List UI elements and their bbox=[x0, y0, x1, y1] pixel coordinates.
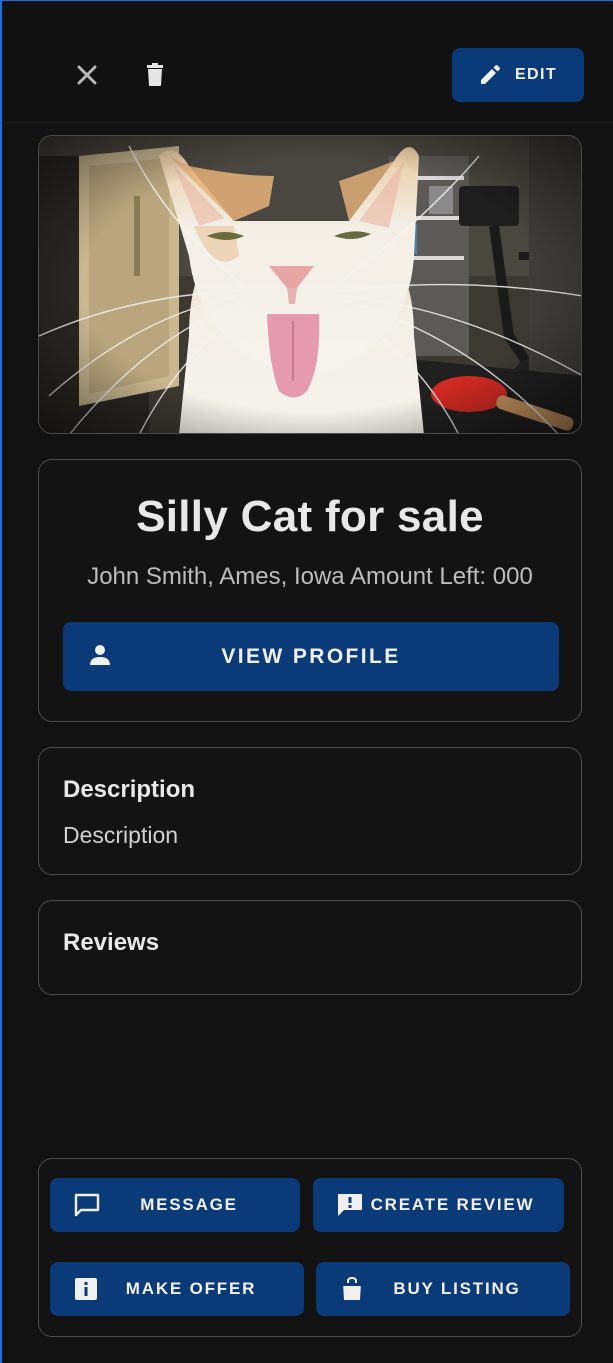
cat-photo-image bbox=[39, 136, 581, 433]
top-toolbar: EDIT bbox=[4, 1, 613, 123]
create-review-button[interactable]: CREATE REVIEW bbox=[313, 1178, 564, 1232]
listing-seller-info: John Smith, Ames, Iowa Amount Left: 000 bbox=[87, 563, 533, 590]
chat-bubble-outline-icon bbox=[74, 1193, 100, 1217]
edit-button[interactable]: EDIT bbox=[452, 48, 584, 102]
buy-listing-button[interactable]: BUY LISTING bbox=[316, 1262, 570, 1316]
buy-listing-label: BUY LISTING bbox=[393, 1279, 521, 1298]
reviews-card: Reviews bbox=[38, 900, 582, 995]
listing-title: Silly Cat for sale bbox=[136, 492, 484, 541]
make-offer-button[interactable]: MAKE OFFER bbox=[50, 1262, 304, 1316]
trash-icon bbox=[147, 63, 163, 86]
make-offer-label: MAKE OFFER bbox=[125, 1279, 257, 1298]
description-text: Description bbox=[63, 822, 179, 848]
view-profile-label: VIEW PROFILE bbox=[221, 644, 401, 668]
actions-card: MESSAGE CREATE REVIEW MAKE OFFER BUY LIS… bbox=[38, 1158, 582, 1337]
message-button[interactable]: MESSAGE bbox=[50, 1178, 300, 1232]
listing-detail-screen: EDIT Silly Cat for sale John Smith, Ames… bbox=[0, 0, 613, 1363]
person-icon bbox=[90, 645, 110, 665]
create-review-label: CREATE REVIEW bbox=[370, 1195, 535, 1214]
listing-photo bbox=[38, 135, 582, 434]
review-bubble-icon bbox=[338, 1194, 362, 1216]
shopping-bag-icon bbox=[343, 1277, 361, 1300]
reviews-heading: Reviews bbox=[63, 929, 160, 956]
listing-info-card: Silly Cat for sale John Smith, Ames, Iow… bbox=[38, 459, 582, 722]
view-profile-button[interactable]: VIEW PROFILE bbox=[63, 622, 559, 691]
description-heading: Description bbox=[63, 776, 196, 803]
close-icon bbox=[77, 65, 97, 85]
pencil-icon bbox=[480, 65, 500, 84]
description-card: Description Description bbox=[38, 747, 582, 875]
info-box-icon bbox=[75, 1278, 97, 1300]
message-label: MESSAGE bbox=[140, 1195, 238, 1214]
edit-label: EDIT bbox=[514, 66, 558, 83]
close-button[interactable] bbox=[65, 53, 109, 97]
delete-button[interactable] bbox=[133, 53, 177, 97]
